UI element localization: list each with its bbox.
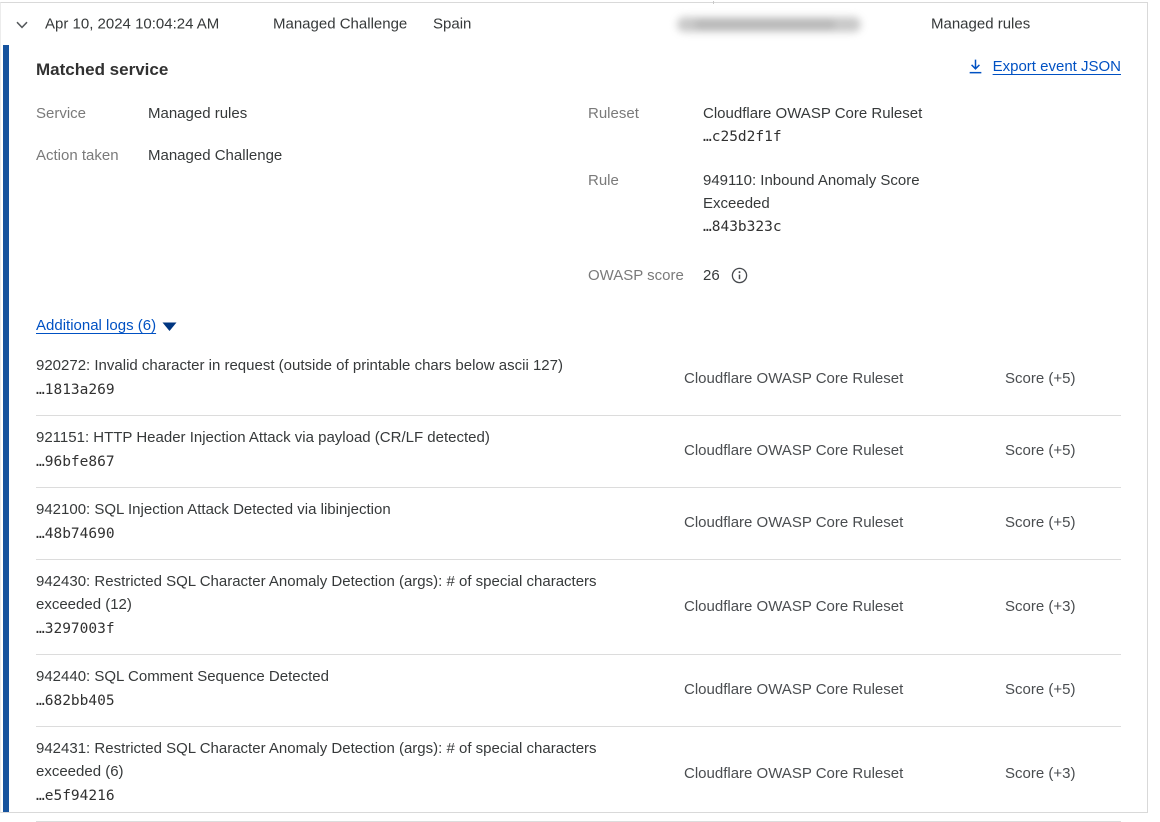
event-detail-panel: Matched service Export event JSON Servic… [1, 45, 1147, 812]
ruleset-field: Ruleset Cloudflare OWASP Core Ruleset …c… [588, 102, 1121, 150]
log-score: Score (+3) [1005, 598, 1121, 615]
owasp-score-label: OWASP score [588, 264, 703, 287]
rule-label: Rule [588, 169, 703, 240]
firewall-event-panel: Apr 10, 2024 10:04:24 AM Managed Challen… [0, 2, 1148, 813]
rule-field: Rule 949110: Inbound Anomaly Score Excee… [588, 169, 1121, 240]
export-event-json-label: Export event JSON [993, 58, 1121, 75]
log-ruleset: Cloudflare OWASP Core Ruleset [684, 514, 967, 531]
log-description: 942100: SQL Injection Attack Detected vi… [36, 498, 646, 521]
log-score: Score (+3) [1005, 765, 1121, 782]
log-score: Score (+5) [1005, 514, 1121, 531]
export-event-json-button[interactable]: Export event JSON [967, 58, 1121, 75]
log-description: 942430: Restricted SQL Character Anomaly… [36, 570, 646, 616]
log-row: 942440: SQL Comment Sequence Detected …6… [36, 655, 1121, 727]
log-ruleset: Cloudflare OWASP Core Ruleset [684, 765, 967, 782]
log-row: 942430: Restricted SQL Character Anomaly… [36, 560, 1121, 655]
matched-service-title: Matched service [36, 58, 168, 80]
additional-logs-table: 920272: Invalid character in request (ou… [36, 344, 1121, 822]
log-description: 921151: HTTP Header Injection Attack via… [36, 426, 646, 449]
owasp-score-field: OWASP score 26 [588, 264, 1121, 287]
log-rule-id: …e5f94216 [36, 784, 646, 809]
rule-id: …843b323c [703, 215, 943, 240]
log-ruleset: Cloudflare OWASP Core Ruleset [684, 681, 967, 698]
log-rule-id: …1813a269 [36, 378, 646, 403]
action-taken-label: Action taken [36, 144, 148, 167]
log-ruleset: Cloudflare OWASP Core Ruleset [684, 598, 967, 615]
event-timestamp: Apr 10, 2024 10:04:24 AM [45, 16, 219, 33]
log-score: Score (+5) [1005, 370, 1121, 387]
log-ruleset: Cloudflare OWASP Core Ruleset [684, 370, 967, 387]
event-country: Spain [433, 16, 471, 33]
ruleset-name: Cloudflare OWASP Core Ruleset [703, 102, 922, 125]
log-description: 920272: Invalid character in request (ou… [36, 354, 646, 377]
additional-logs-toggle[interactable]: Additional logs (6) [36, 317, 156, 334]
log-row: 942100: SQL Injection Attack Detected vi… [36, 488, 1121, 560]
log-ruleset: Cloudflare OWASP Core Ruleset [684, 442, 967, 459]
collapse-chevron-icon[interactable] [14, 17, 30, 33]
service-label: Service [36, 102, 148, 125]
event-summary-row[interactable]: Apr 10, 2024 10:04:24 AM Managed Challen… [1, 3, 1147, 45]
log-rule-id: …3297003f [36, 617, 646, 642]
action-taken-value: Managed Challenge [148, 144, 282, 167]
collapse-triangle-icon[interactable] [162, 322, 177, 332]
event-action: Managed Challenge [273, 16, 407, 33]
owasp-score-value: 26 [703, 267, 720, 284]
service-field: Service Managed rules [36, 102, 588, 125]
log-rule-id: …48b74690 [36, 522, 646, 547]
action-taken-field: Action taken Managed Challenge [36, 144, 588, 167]
event-service: Managed rules [931, 16, 1030, 33]
log-row: 920272: Invalid character in request (ou… [36, 344, 1121, 416]
rule-name: 949110: Inbound Anomaly Score Exceeded [703, 169, 943, 215]
log-description: 942431: Restricted SQL Character Anomaly… [36, 737, 646, 783]
log-score: Score (+5) [1005, 681, 1121, 698]
ruleset-id: …c25d2f1f [703, 125, 922, 150]
service-value: Managed rules [148, 102, 247, 125]
log-score: Score (+5) [1005, 442, 1121, 459]
log-rule-id: …682bb405 [36, 689, 646, 714]
log-rule-id: …96bfe867 [36, 450, 646, 475]
log-description: 942440: SQL Comment Sequence Detected [36, 665, 646, 688]
log-row: 921151: HTTP Header Injection Attack via… [36, 416, 1121, 488]
redacted-host-field [677, 17, 861, 32]
info-icon[interactable] [731, 267, 748, 284]
log-row: 942431: Restricted SQL Character Anomaly… [36, 727, 1121, 822]
download-icon [967, 58, 984, 75]
ruleset-label: Ruleset [588, 102, 703, 150]
